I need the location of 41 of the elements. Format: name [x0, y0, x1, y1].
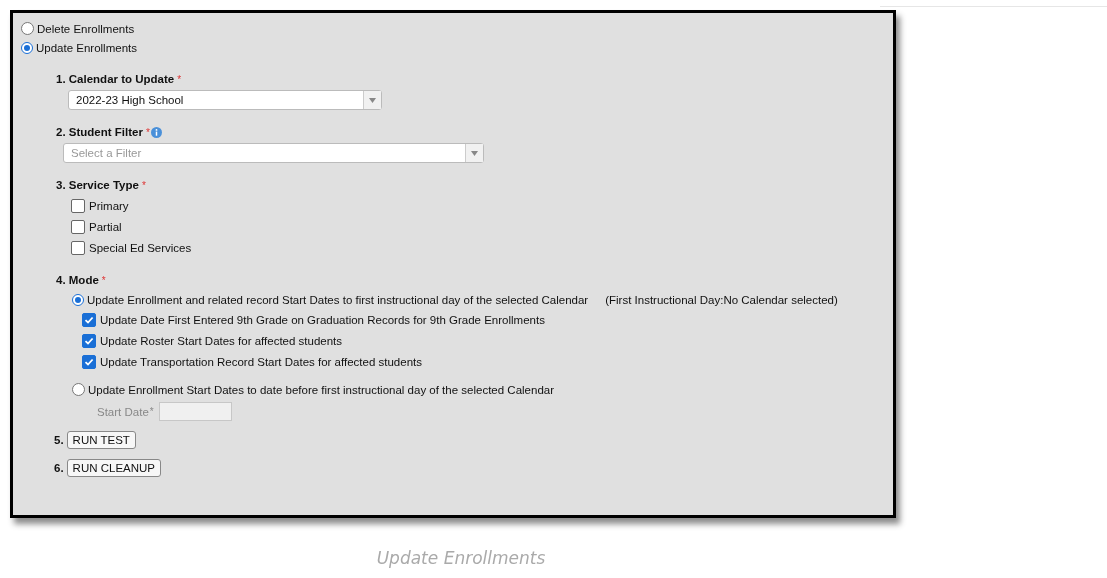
checkbox-label: Special Ed Services	[89, 241, 192, 254]
run-button[interactable]: RUN CLEANUP	[66, 459, 162, 477]
radio-button[interactable]	[21, 22, 34, 35]
checkbox[interactable]	[82, 333, 96, 348]
checkbox[interactable]	[71, 219, 85, 234]
required-asterisk: *	[177, 74, 182, 85]
radio-label: Update Enrollment Start Dates to date before first instructional day of the selected Calendar	[88, 383, 554, 396]
required-asterisk: *	[149, 406, 154, 417]
required-asterisk: *	[145, 127, 150, 138]
caption: Update Enrollments	[375, 548, 547, 568]
checkbox[interactable]	[71, 240, 85, 255]
checkbox[interactable]	[82, 312, 96, 327]
section-label: 2. Student Filter	[56, 126, 143, 138]
required-asterisk: *	[101, 275, 106, 286]
radio-label: Delete Enrollments	[37, 22, 135, 35]
checkbox-label: Partial	[89, 220, 122, 233]
required-asterisk: *	[141, 180, 146, 191]
step-number: 5.	[54, 434, 64, 446]
caret-icon	[369, 97, 376, 103]
run-button[interactable]: RUN TEST	[66, 431, 136, 449]
section-label: 1. Calendar to Update	[56, 73, 175, 85]
caret-icon	[471, 150, 478, 156]
dropdown[interactable]: 2022-23 High School	[68, 90, 382, 110]
checkbox[interactable]	[71, 198, 85, 213]
checkbox[interactable]	[82, 354, 96, 369]
checkbox-label: Update Roster Start Dates for affected students	[100, 334, 343, 347]
checkbox-label: Update Date First Entered 9th Grade on Graduation Records for 9th Grade Enrollments	[100, 313, 545, 326]
radio-label: Update Enrollments	[36, 41, 137, 54]
radio-button[interactable]	[72, 383, 85, 396]
info-icon[interactable]	[150, 127, 162, 138]
radio-button[interactable]	[72, 293, 84, 306]
note-text: (First Instructional Day:No Calendar selected)	[605, 293, 838, 306]
step-number: 6.	[54, 462, 64, 474]
section-label: 3. Service Type	[56, 179, 139, 191]
checkbox-label: Update Transportation Record Start Dates for affected students	[100, 355, 422, 368]
checkbox-label: Primary	[89, 199, 129, 212]
field-label: Start Date	[97, 405, 149, 418]
radio-label: Update Enrollment and related record Start Dates to first instructional day of the selected Calendar	[87, 293, 589, 306]
radio-button[interactable]	[21, 41, 33, 54]
section-label: 4. Mode	[56, 274, 99, 286]
date-field[interactable]	[158, 402, 232, 421]
